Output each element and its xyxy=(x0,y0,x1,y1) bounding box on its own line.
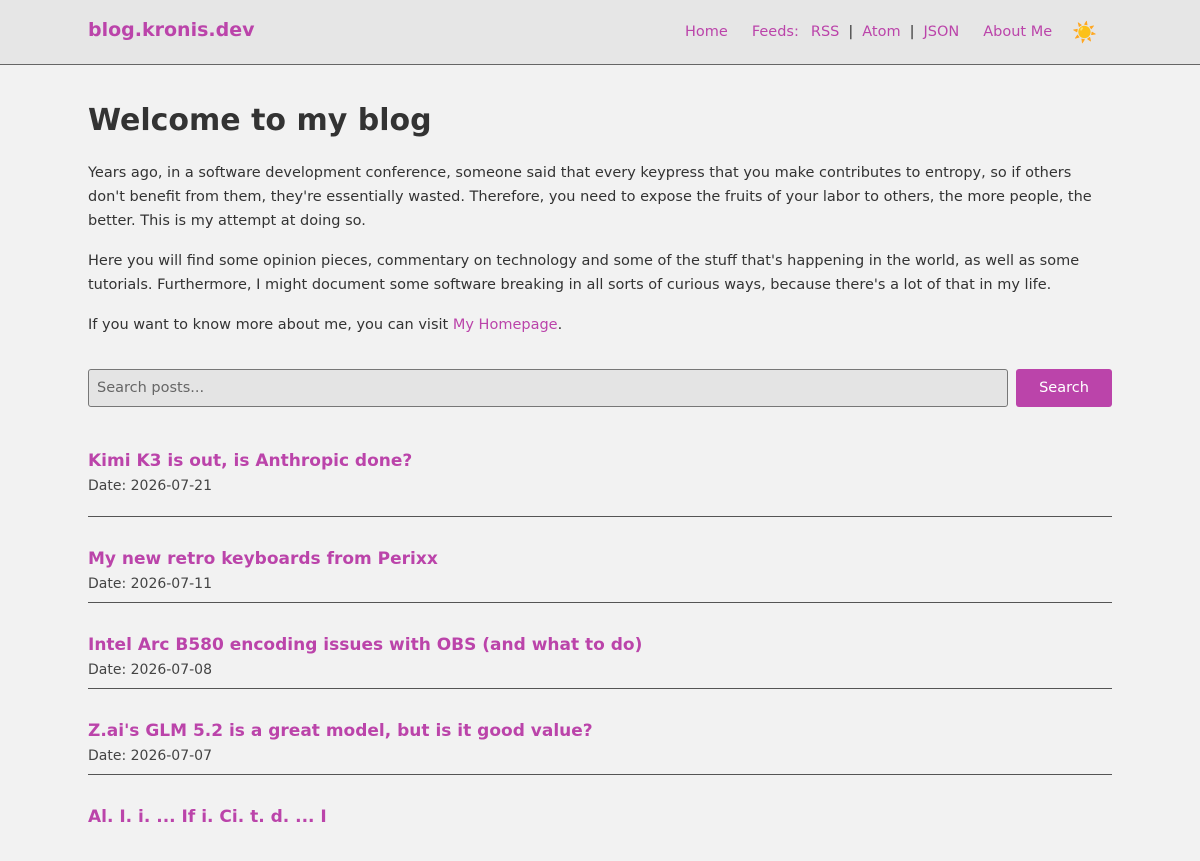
search-input[interactable] xyxy=(88,369,1008,407)
sun-icon[interactable]: ☀️ xyxy=(1072,22,1097,42)
nav-home-link[interactable]: Home xyxy=(685,24,728,40)
page-title: Welcome to my blog xyxy=(88,103,432,138)
post-date: Date: 2026-07-08 xyxy=(88,662,212,678)
post-date: Date: 2026-07-07 xyxy=(88,748,212,764)
homepage-link[interactable]: My Homepage xyxy=(453,317,558,333)
main-nav: Home Feeds: RSS | Atom | JSON About Me ☀… xyxy=(685,22,1097,42)
intro-paragraph: Years ago, in a software development con… xyxy=(88,165,1092,229)
post-title-link[interactable]: Al. I. i. ... If i. Ci. t. d. ... I xyxy=(88,805,1112,829)
nav-atom-link[interactable]: Atom xyxy=(862,24,900,40)
post-item: My new retro keyboards from Perixx Date:… xyxy=(88,517,1112,603)
intro-paragraph: If you want to know more about me, you c… xyxy=(88,313,1112,337)
post-title-link[interactable]: My new retro keyboards from Perixx xyxy=(88,547,1112,571)
nav-separator: | xyxy=(909,24,915,40)
intro-section: Years ago, in a software development con… xyxy=(88,161,1112,337)
post-title-link[interactable]: Kimi K3 is out, is Anthropic done? xyxy=(88,449,1112,473)
search-button[interactable]: Search xyxy=(1016,369,1112,407)
nav-rss-link[interactable]: RSS xyxy=(811,24,839,40)
search-form: Search xyxy=(88,369,1112,407)
post-date: Date: 2026-07-21 xyxy=(88,478,212,494)
main-content: Welcome to my blog Years ago, in a softw… xyxy=(88,65,1112,861)
nav-separator: | xyxy=(848,24,854,40)
intro-paragraph: Here you will find some opinion pieces, … xyxy=(88,253,1080,293)
intro-text: . xyxy=(557,317,563,333)
nav-about-link[interactable]: About Me xyxy=(983,24,1052,40)
nav-json-link[interactable]: JSON xyxy=(924,24,960,40)
post-item: Intel Arc B580 encoding issues with OBS … xyxy=(88,603,1112,689)
post-title-link[interactable]: Z.ai's GLM 5.2 is a great model, but is … xyxy=(88,719,1112,743)
post-item: Al. I. i. ... If i. Ci. t. d. ... I xyxy=(88,775,1112,861)
post-title-link[interactable]: Intel Arc B580 encoding issues with OBS … xyxy=(88,633,1112,657)
post-item: Z.ai's GLM 5.2 is a great model, but is … xyxy=(88,689,1112,775)
post-list: Kimi K3 is out, is Anthropic done? Date:… xyxy=(88,449,1112,861)
feeds-label: Feeds: xyxy=(751,24,799,40)
site-header: blog.kronis.dev Home Feeds: RSS | Atom |… xyxy=(0,0,1200,65)
intro-text: If you want to know more about me, you c… xyxy=(88,317,453,333)
post-item: Kimi K3 is out, is Anthropic done? Date:… xyxy=(88,449,1112,517)
post-date: Date: 2026-07-11 xyxy=(88,576,212,592)
site-brand-link[interactable]: blog.kronis.dev xyxy=(88,19,254,41)
